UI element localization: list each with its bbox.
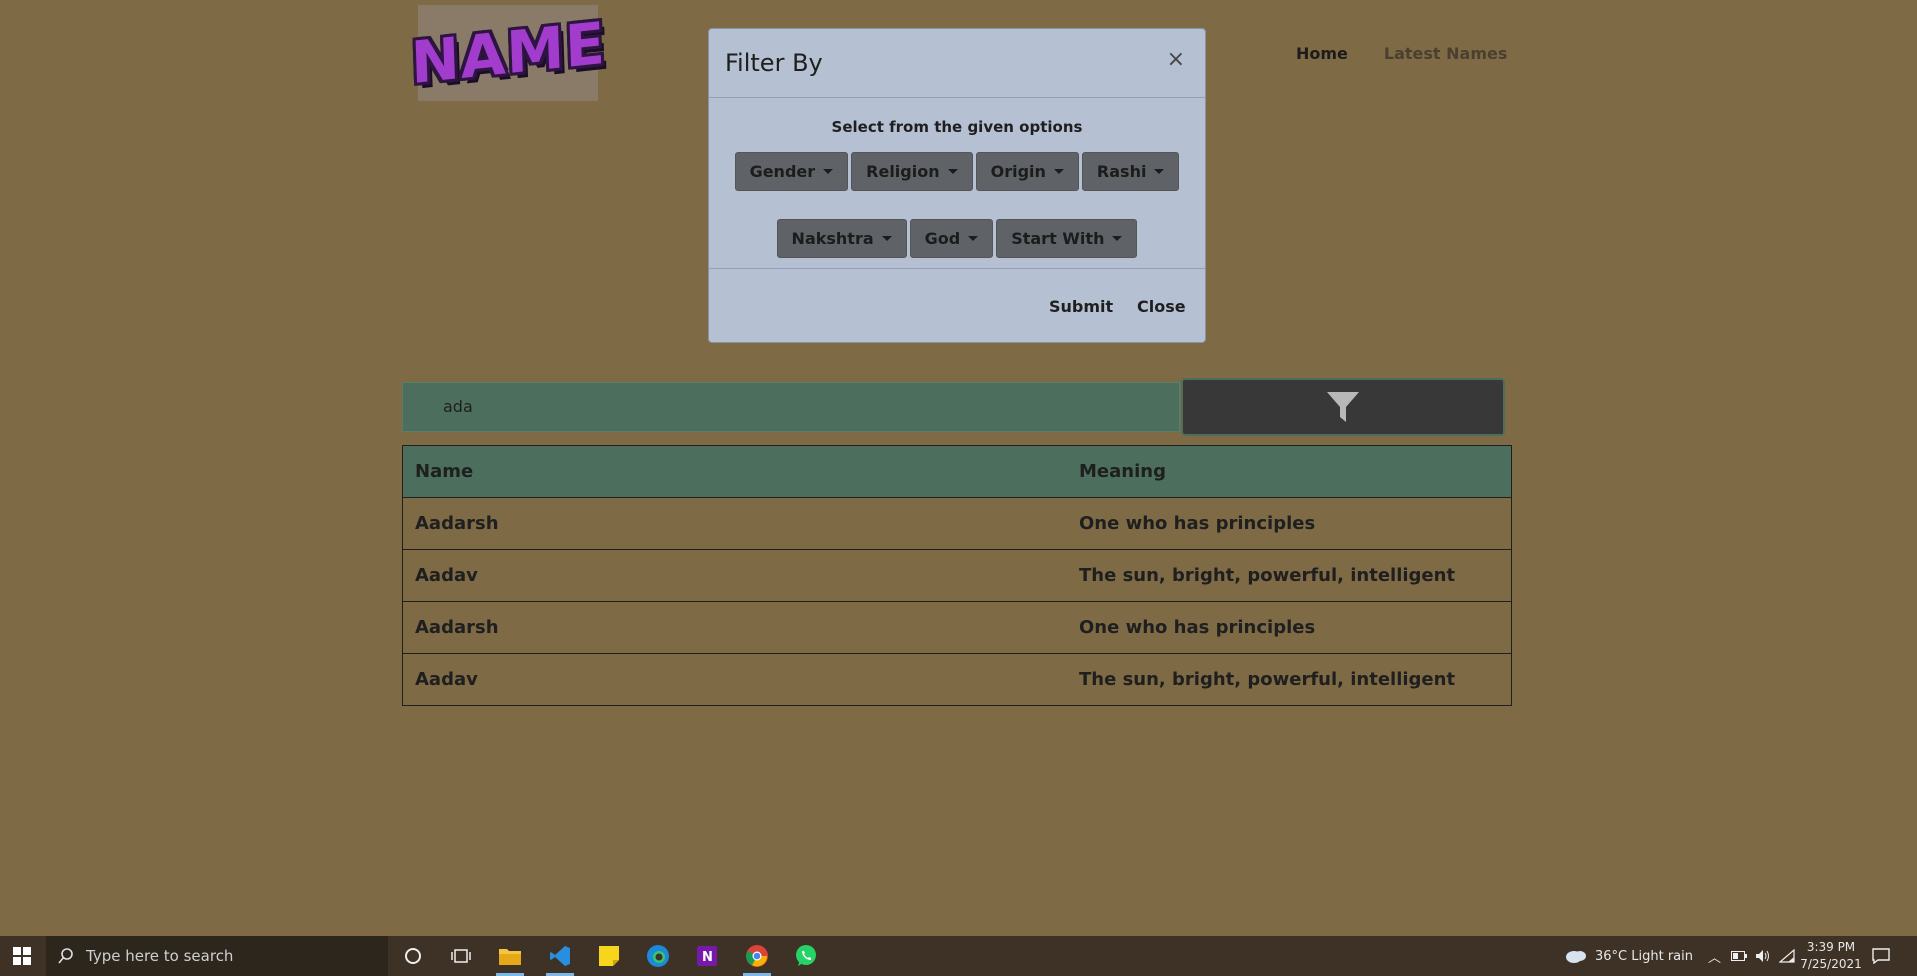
weather-text: 36°C Light rain <box>1595 948 1693 964</box>
close-button[interactable]: Close <box>1137 297 1186 316</box>
search-input[interactable]: ada <box>402 382 1180 432</box>
caret-down-icon <box>947 169 958 174</box>
caret-down-icon <box>968 236 979 241</box>
caret-down-icon <box>1112 236 1123 241</box>
onenote-app[interactable]: N <box>685 936 729 976</box>
gender-dropdown[interactable]: Gender <box>734 152 849 191</box>
system-tray-icons: ︿ <box>1708 936 1795 976</box>
table-row[interactable]: Aadarsh One who has principles <box>402 601 1512 654</box>
meaning-cell: The sun, bright, powerful, intelligent <box>1067 653 1512 706</box>
name-cell: Aadav <box>402 653 1067 706</box>
file-explorer-app[interactable] <box>488 936 532 976</box>
folder-icon <box>499 949 521 965</box>
windows-logo-icon <box>13 947 31 965</box>
filter-modal: Filter By × Select from the given option… <box>708 28 1206 343</box>
dropdown-label: Start With <box>1011 229 1105 248</box>
table-row[interactable]: Aadav The sun, bright, powerful, intelli… <box>402 549 1512 602</box>
caret-down-icon <box>1053 169 1064 174</box>
top-nav: Home Latest Names <box>1296 44 1507 63</box>
chrome-app[interactable] <box>735 936 779 976</box>
modal-body: Select from the given options Gender Rel… <box>709 98 1205 269</box>
cortana-circle-icon <box>405 948 421 964</box>
dropdown-label: Nakshtra <box>791 229 874 248</box>
clock-date: 7/25/2021 <box>1800 957 1862 971</box>
sticky-notes-icon <box>599 946 619 966</box>
cortana-button[interactable] <box>391 936 435 976</box>
battery-icon[interactable] <box>1731 951 1748 961</box>
modal-subtitle: Select from the given options <box>831 118 1083 136</box>
name-cell: Aadav <box>402 549 1067 602</box>
dropdown-label: God <box>924 229 961 248</box>
volume-icon[interactable] <box>1755 949 1771 963</box>
vscode-app[interactable] <box>538 936 582 976</box>
filter-row-2: Nakshtra God Start With <box>709 219 1205 258</box>
caret-down-icon <box>823 169 834 174</box>
submit-button[interactable]: Submit <box>1049 297 1113 316</box>
whatsapp-app[interactable] <box>784 936 828 976</box>
whatsapp-icon <box>796 945 816 966</box>
wifi-icon[interactable] <box>1779 949 1795 963</box>
religion-dropdown[interactable]: Religion <box>851 152 973 191</box>
task-view-icon <box>451 949 471 963</box>
vscode-icon <box>550 946 570 966</box>
start-button[interactable] <box>0 936 44 976</box>
logo-text: NAME <box>409 8 607 98</box>
dropdown-label: Gender <box>749 162 816 181</box>
table-row[interactable]: Aadav The sun, bright, powerful, intelli… <box>402 653 1512 706</box>
origin-dropdown[interactable]: Origin <box>975 152 1079 191</box>
filter-button[interactable] <box>1181 378 1505 436</box>
god-dropdown[interactable]: God <box>909 219 994 258</box>
column-header-name: Name <box>402 445 1067 498</box>
start-with-dropdown[interactable]: Start With <box>996 219 1138 258</box>
filter-funnel-icon <box>1327 392 1359 422</box>
edge-app[interactable] <box>636 936 680 976</box>
table-header-row: Name Meaning <box>402 445 1512 498</box>
name-cell: Aadarsh <box>402 601 1067 654</box>
modal-footer: Submit Close <box>709 269 1205 345</box>
meaning-cell: The sun, bright, powerful, intelligent <box>1067 549 1512 602</box>
nakshtra-dropdown[interactable]: Nakshtra <box>776 219 907 258</box>
caret-down-icon <box>881 236 892 241</box>
search-icon <box>58 948 73 964</box>
clock-time: 3:39 PM <box>1806 940 1856 954</box>
modal-header: Filter By × <box>709 29 1205 98</box>
modal-title: Filter By <box>725 49 823 77</box>
site-logo[interactable]: NAME <box>409 5 607 101</box>
names-table: Name Meaning Aadarsh One who has princip… <box>402 445 1512 706</box>
weather-widget[interactable]: 36°C Light rain <box>1565 936 1693 976</box>
table-row[interactable]: Aadarsh One who has principles <box>402 497 1512 550</box>
dropdown-label: Religion <box>866 162 940 181</box>
taskbar-search-box[interactable]: Type here to search <box>46 936 388 976</box>
meaning-cell: One who has principles <box>1067 497 1512 550</box>
onenote-icon: N <box>697 946 717 966</box>
chevron-up-icon[interactable]: ︿ <box>1708 947 1721 966</box>
dropdown-label: Rashi <box>1096 162 1147 181</box>
nav-latest-names-link[interactable]: Latest Names <box>1384 44 1507 63</box>
cloud-rain-icon <box>1566 951 1586 963</box>
nav-home-link[interactable]: Home <box>1296 44 1348 63</box>
chrome-icon <box>746 945 768 967</box>
notification-icon <box>1872 948 1890 964</box>
rashi-dropdown[interactable]: Rashi <box>1081 152 1180 191</box>
filter-row-1: Gender Religion Origin Rashi <box>709 152 1205 191</box>
dropdown-label: Origin <box>990 162 1046 181</box>
taskbar-search-placeholder: Type here to search <box>86 947 234 965</box>
caret-down-icon <box>1154 169 1165 174</box>
modal-close-icon[interactable]: × <box>1167 47 1185 72</box>
name-cell: Aadarsh <box>402 497 1067 550</box>
taskbar-clock[interactable]: 3:39 PM 7/25/2021 <box>1800 939 1862 973</box>
task-view-button[interactable] <box>439 936 483 976</box>
windows-taskbar: Type here to search N 36°C Light rain ︿ … <box>0 936 1917 976</box>
sticky-notes-app[interactable] <box>587 936 631 976</box>
svg-text:N: N <box>702 950 713 965</box>
meaning-cell: One who has principles <box>1067 601 1512 654</box>
notification-center-button[interactable] <box>1872 936 1890 976</box>
column-header-meaning: Meaning <box>1067 445 1512 498</box>
edge-icon <box>647 945 669 967</box>
